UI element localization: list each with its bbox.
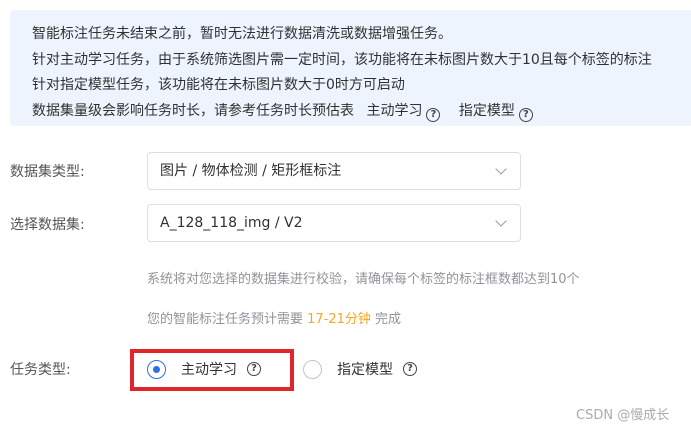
- dataset-type-value: 图片 / 物体检测 / 矩形框标注: [160, 163, 342, 179]
- notice-banner: 智能标注任务未结束之前，暂时无法进行数据清洗或数据增强任务。 针对主动学习任务，…: [10, 10, 691, 126]
- estimate-prefix: 您的智能标注任务预计需要: [147, 312, 308, 327]
- active-learning-estimate-link[interactable]: 主动学习?: [366, 102, 441, 122]
- dataset-type-select[interactable]: 图片 / 物体检测 / 矩形框标注: [147, 152, 521, 190]
- notice-text: 数据集量级会影响任务时长，请参考任务时长预估表: [32, 102, 354, 119]
- dataset-value: A_128_118_img / V2: [160, 215, 303, 231]
- notice-line: 针对指定模型任务，该功能将在未标图片数大于0时方可启动: [32, 77, 405, 93]
- notice-line: 针对主动学习任务，由于系统筛选图片需一定时间，该功能将在未标图片数大于10且每个…: [32, 51, 652, 68]
- dataset-select[interactable]: A_128_118_img / V2: [147, 204, 521, 242]
- estimate-suffix: 完成: [370, 312, 402, 327]
- active-learning-link-label: 主动学习: [366, 102, 423, 119]
- radio-specified-model[interactable]: 指定模型 ?: [303, 350, 417, 388]
- radio-unchecked-icon: [303, 359, 322, 379]
- question-icon[interactable]: ?: [403, 362, 417, 376]
- estimate-hint: 您的智能标注任务预计需要 17-21分钟 完成: [147, 308, 401, 327]
- chevron-down-icon: [495, 215, 507, 227]
- question-icon: ?: [518, 107, 533, 122]
- annotation-highlight-box: [130, 349, 294, 391]
- specified-model-estimate-link[interactable]: 指定模型?: [458, 102, 533, 122]
- task-type-label: 任务类型:: [10, 362, 71, 378]
- notice-line: 智能标注任务未结束之前，暂时无法进行数据清洗或数据增强任务。: [32, 26, 452, 42]
- estimate-time: 17-21分钟: [307, 312, 371, 327]
- dataset-type-label: 数据集类型:: [10, 164, 85, 180]
- watermark: CSDN @慢成长: [576, 408, 670, 423]
- notice-line: 数据集量级会影响任务时长，请参考任务时长预估表 主动学习? 指定模型?: [32, 99, 691, 125]
- specified-model-link-label: 指定模型: [458, 102, 515, 119]
- dataset-check-hint: 系统将对您选择的数据集进行校验，请确保每个标签的标注框数都达到10个: [147, 272, 580, 287]
- chevron-down-icon: [495, 163, 507, 175]
- question-icon: ?: [426, 107, 441, 122]
- radio-label: 指定模型: [337, 362, 393, 378]
- dataset-label: 选择数据集:: [10, 217, 85, 233]
